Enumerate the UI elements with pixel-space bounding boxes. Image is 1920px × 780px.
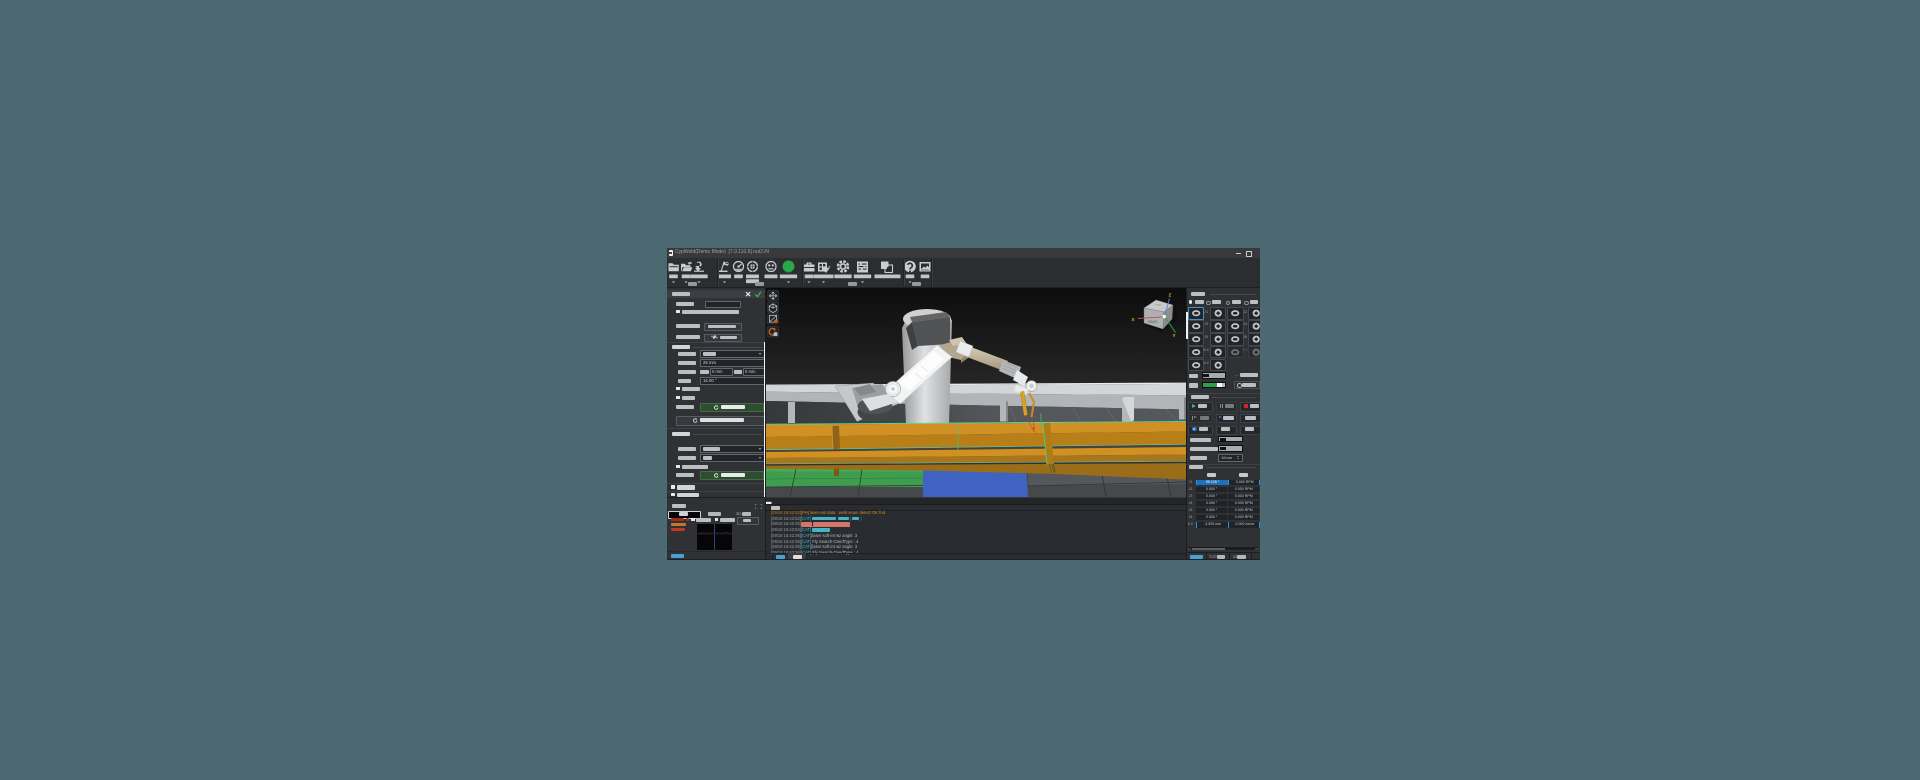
- svg-text:Z: Z: [1169, 293, 1172, 298]
- svg-text:BACK: BACK: [1148, 320, 1158, 324]
- svg-text:Y: Y: [1173, 333, 1176, 338]
- svg-text:TOP: TOP: [1155, 303, 1161, 307]
